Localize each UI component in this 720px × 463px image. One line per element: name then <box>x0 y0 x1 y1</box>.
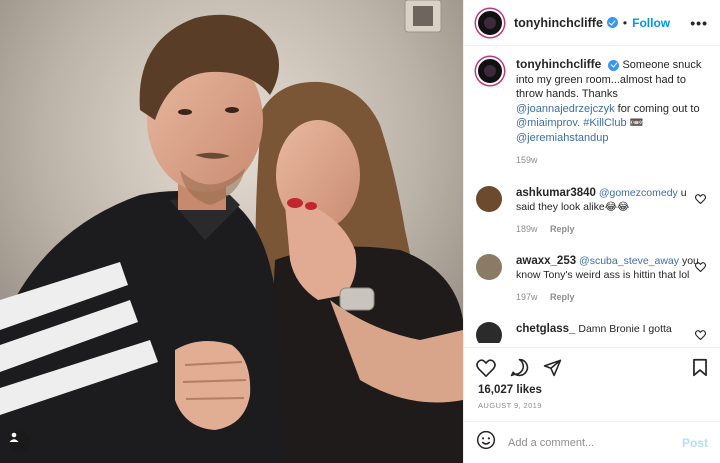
heart-icon[interactable] <box>695 329 706 340</box>
comment-username[interactable]: awaxx_253 <box>516 255 576 267</box>
caption-username[interactable]: tonyhinchcliffe <box>516 57 601 71</box>
caption-text: for coming out to <box>617 102 700 115</box>
caption-emoji: 📼 <box>629 117 644 129</box>
caption-age: 159w <box>516 155 538 165</box>
add-comment-bar: Post <box>464 421 720 463</box>
heart-icon[interactable] <box>695 193 706 204</box>
profile-avatar[interactable] <box>476 8 504 37</box>
comment-item: chetglass_ Damn Bronie I gotta <box>476 321 708 343</box>
header-username[interactable]: tonyhinchcliffe <box>514 16 603 30</box>
mention-link[interactable]: @miaimprov. <box>516 117 580 129</box>
likes-count[interactable]: 16,027 likes <box>478 384 542 396</box>
like-heart-icon[interactable] <box>476 358 496 377</box>
comment-age: 197w <box>516 291 538 302</box>
emoji-icon[interactable] <box>476 430 496 455</box>
photo-illustration <box>0 0 463 463</box>
comment-input[interactable] <box>508 436 682 449</box>
share-icon[interactable] <box>543 358 562 377</box>
post-date: AUGUST 9, 2019 <box>478 401 542 410</box>
verified-icon <box>606 17 618 28</box>
post-sidebar: tonyhinchcliffe • Follow ••• tonyhinchcl… <box>463 0 720 463</box>
comments-list[interactable]: tonyhinchcliffe Someone snuck into my gr… <box>464 47 720 343</box>
comment-age: 189w <box>516 223 538 234</box>
follow-button[interactable]: Follow <box>632 16 670 30</box>
mention-link[interactable]: @joannajedrzejczyk <box>516 103 615 115</box>
comment-text: Damn Bronie I gotta <box>578 322 672 335</box>
more-options-icon[interactable]: ••• <box>690 15 708 31</box>
user-tag-icon[interactable] <box>8 431 30 453</box>
comment-username[interactable]: chetglass_ <box>516 323 575 335</box>
mention-link[interactable]: @scuba_steve_away <box>579 255 679 267</box>
comment-icon[interactable] <box>510 358 529 377</box>
mention-link[interactable]: @jeremiahstandup <box>516 132 609 144</box>
hashtag-link[interactable]: #KillClub <box>583 117 626 129</box>
comment-item: ashkumar3840 @gomezcomedy u said they lo… <box>476 185 708 236</box>
reply-button[interactable]: Reply <box>550 292 575 302</box>
action-bar <box>464 347 720 387</box>
bookmark-icon[interactable] <box>692 358 708 377</box>
reply-button[interactable]: Reply <box>550 224 575 234</box>
separator-dot: • <box>622 15 628 30</box>
caption-avatar[interactable] <box>476 57 504 85</box>
heart-icon[interactable] <box>695 261 706 272</box>
post-comment-button[interactable]: Post <box>682 436 708 450</box>
commenter-avatar[interactable] <box>476 185 502 212</box>
commenter-avatar[interactable] <box>476 253 502 280</box>
caption: tonyhinchcliffe Someone snuck into my gr… <box>476 57 708 168</box>
comment-username[interactable]: ashkumar3840 <box>516 187 596 199</box>
mention-link[interactable]: @gomezcomedy <box>599 187 678 199</box>
verified-icon <box>608 59 620 71</box>
post-photo[interactable] <box>0 0 463 463</box>
commenter-avatar[interactable] <box>476 321 502 343</box>
comment-item: awaxx_253 @scuba_steve_away you know Ton… <box>476 253 708 304</box>
post-header: tonyhinchcliffe • Follow ••• <box>464 0 720 46</box>
